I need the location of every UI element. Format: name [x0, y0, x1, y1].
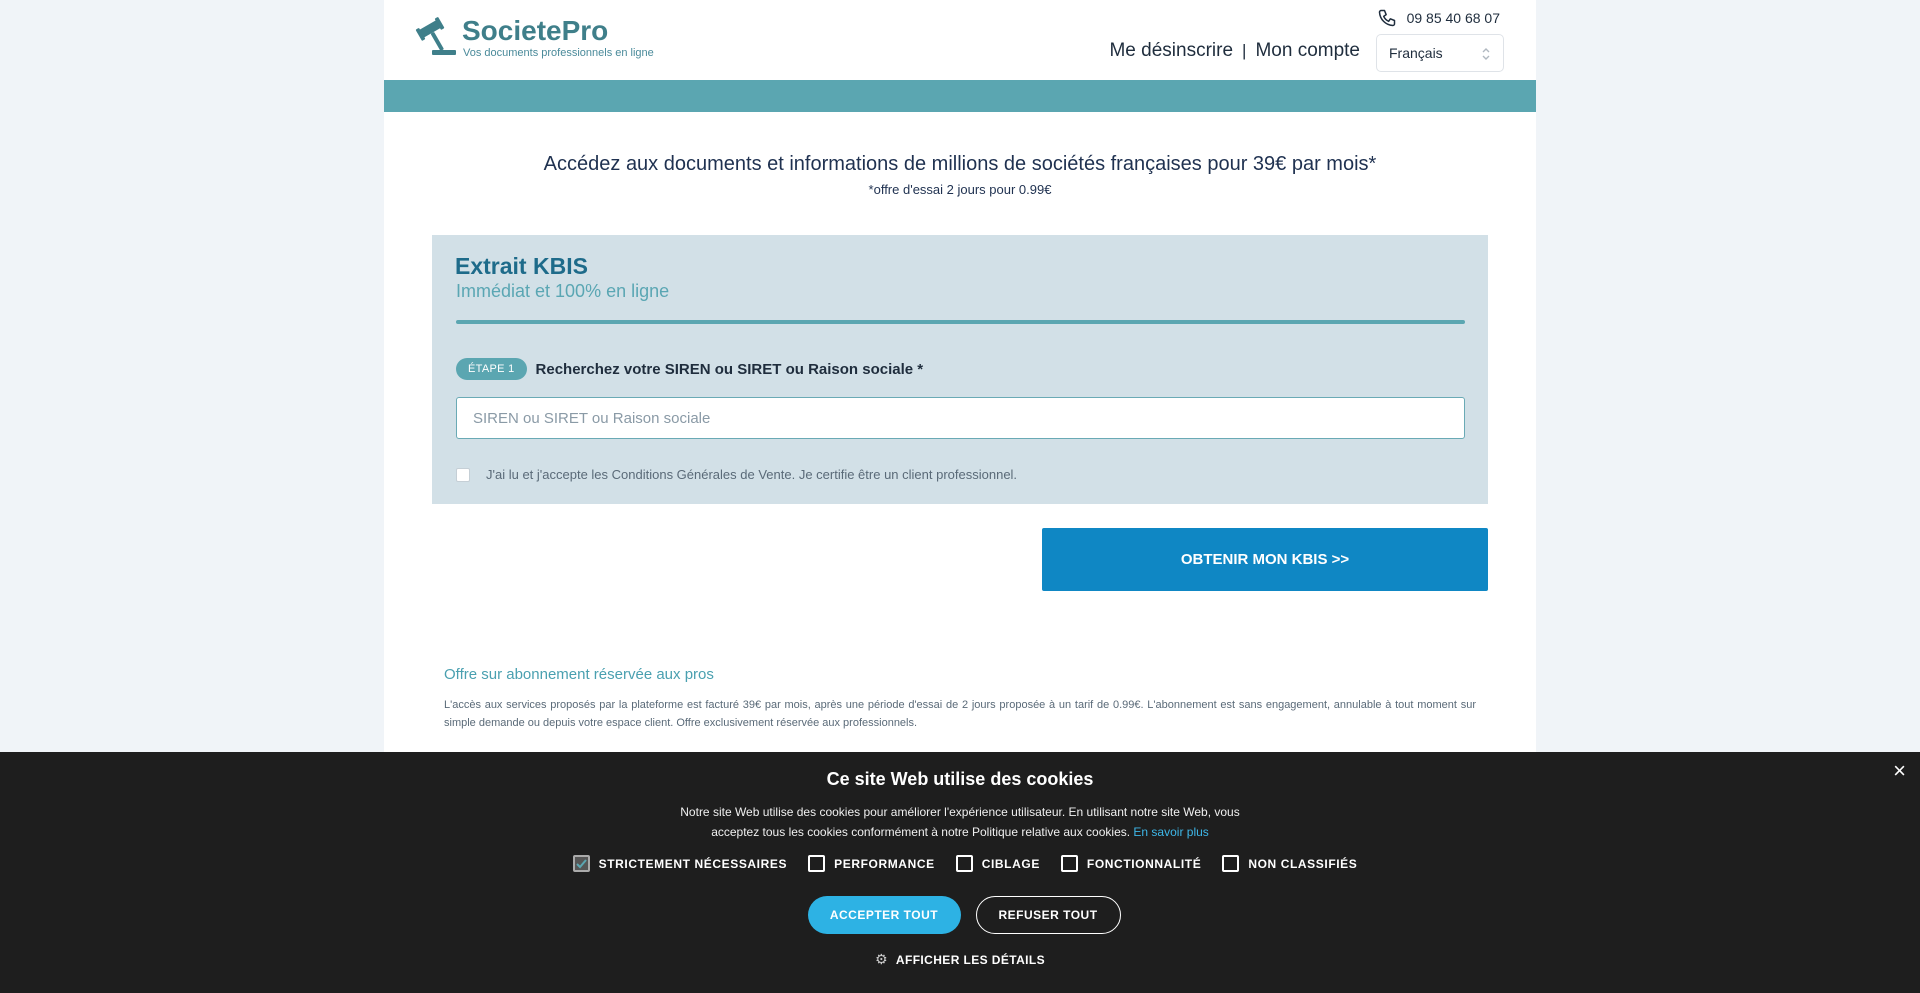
cookie-option-label: NON CLASSIFIÉS [1248, 856, 1358, 871]
cookie-option-performance[interactable]: PERFORMANCE [808, 855, 935, 872]
intro: Accédez aux documents et informations de… [384, 153, 1536, 197]
get-kbis-button[interactable]: OBTENIR MON KBIS >> [1042, 528, 1488, 591]
kbis-form-panel: Extrait KBIS Immédiat et 100% en ligne É… [432, 235, 1488, 504]
refuse-all-button[interactable]: REFUSER TOUT [975, 896, 1121, 934]
checkbox-icon[interactable] [808, 855, 826, 872]
gavel-icon [414, 16, 460, 58]
logo-tagline: Vos documents professionnels en ligne [463, 47, 654, 59]
phone-number: 09 85 40 68 07 [1406, 10, 1500, 26]
cookie-option-label: FONCTIONNALITÉ [1086, 856, 1202, 871]
cookie-actions: ACCEPTER TOUT REFUSER TOUT [8, 896, 1920, 934]
cookie-learn-more-link[interactable]: En savoir plus [1133, 825, 1208, 839]
kbis-title: Extrait KBIS [455, 253, 588, 279]
step-label: Recherchez votre SIREN ou SIRET ou Raiso… [535, 360, 924, 378]
unsubscribe-link[interactable]: Me désinscrire [1109, 40, 1233, 62]
phone-icon [1378, 9, 1395, 27]
cookie-options: STRICTEMENT NÉCESSAIRES PERFORMANCE CIBL… [10, 855, 1920, 872]
select-arrows-icon [1482, 48, 1490, 60]
terms-checkbox[interactable] [456, 467, 470, 482]
siren-search-input[interactable] [456, 397, 1465, 439]
terms-row[interactable]: J'ai lu et j'accepte les Conditions Géné… [456, 467, 1017, 482]
show-details-label: AFFICHER LES DÉTAILS [895, 952, 1046, 967]
cookie-option-label: CIBLAGE [981, 856, 1040, 871]
terms-label: J'ai lu et j'accepte les Conditions Géné… [486, 467, 1018, 482]
step-1: ÉTAPE 1 Recherchez votre SIREN ou SIRET … [456, 358, 923, 380]
accept-all-button[interactable]: ACCEPTER TOUT [807, 896, 961, 934]
gear-icon: ⚙ [874, 951, 888, 967]
cookie-title: Ce site Web utilise des cookies [826, 769, 1094, 789]
step-badge: ÉTAPE 1 [456, 358, 527, 380]
checkbox-checked-icon[interactable] [572, 855, 590, 872]
kbis-subtitle: Immédiat et 100% en ligne [456, 281, 670, 301]
intro-headline: Accédez aux documents et informations de… [543, 153, 1377, 175]
cookie-option-necessary[interactable]: STRICTEMENT NÉCESSAIRES [572, 855, 788, 872]
close-icon[interactable]: × [1893, 760, 1906, 782]
cookie-option-label: STRICTEMENT NÉCESSAIRES [598, 856, 788, 871]
checkbox-icon[interactable] [1060, 855, 1078, 872]
nav-separator: | [1242, 41, 1247, 60]
cookie-option-unclassified[interactable]: NON CLASSIFIÉS [1222, 855, 1357, 872]
cookie-banner: × Ce site Web utilise des cookies Notre … [0, 752, 1920, 993]
language-select[interactable]: Français [1376, 34, 1504, 72]
phone-contact[interactable]: 09 85 40 68 07 [1377, 8, 1500, 28]
offer-title: Offre sur abonnement réservée aux pros [444, 666, 714, 683]
language-value: Français [1389, 45, 1443, 61]
logo-name: SocietePro [462, 15, 609, 46]
cookie-option-targeting[interactable]: CIBLAGE [955, 855, 1040, 872]
account-link[interactable]: Mon compte [1255, 40, 1360, 62]
cookie-option-label: PERFORMANCE [834, 856, 935, 871]
logo[interactable]: SocietePro Vos documents professionnels … [414, 16, 654, 59]
intro-footnote: *offre d'essai 2 jours pour 0.99€ [868, 182, 1052, 197]
cookie-option-functionality[interactable]: FONCTIONNALITÉ [1060, 855, 1202, 872]
site-header: SocietePro Vos documents professionnels … [384, 0, 1536, 80]
top-nav: Me désinscrire | Mon compte [1109, 40, 1360, 62]
checkbox-icon[interactable] [955, 855, 973, 872]
kbis-divider [456, 320, 1465, 324]
offer-text: L'accès aux services proposés par la pla… [444, 699, 1476, 729]
checkbox-icon[interactable] [1222, 855, 1240, 872]
show-details-button[interactable]: ⚙ AFFICHER LES DÉTAILS [0, 951, 1920, 968]
cookie-text: Notre site Web utilise des cookies pour … [660, 802, 1260, 842]
header-banner [384, 80, 1536, 112]
